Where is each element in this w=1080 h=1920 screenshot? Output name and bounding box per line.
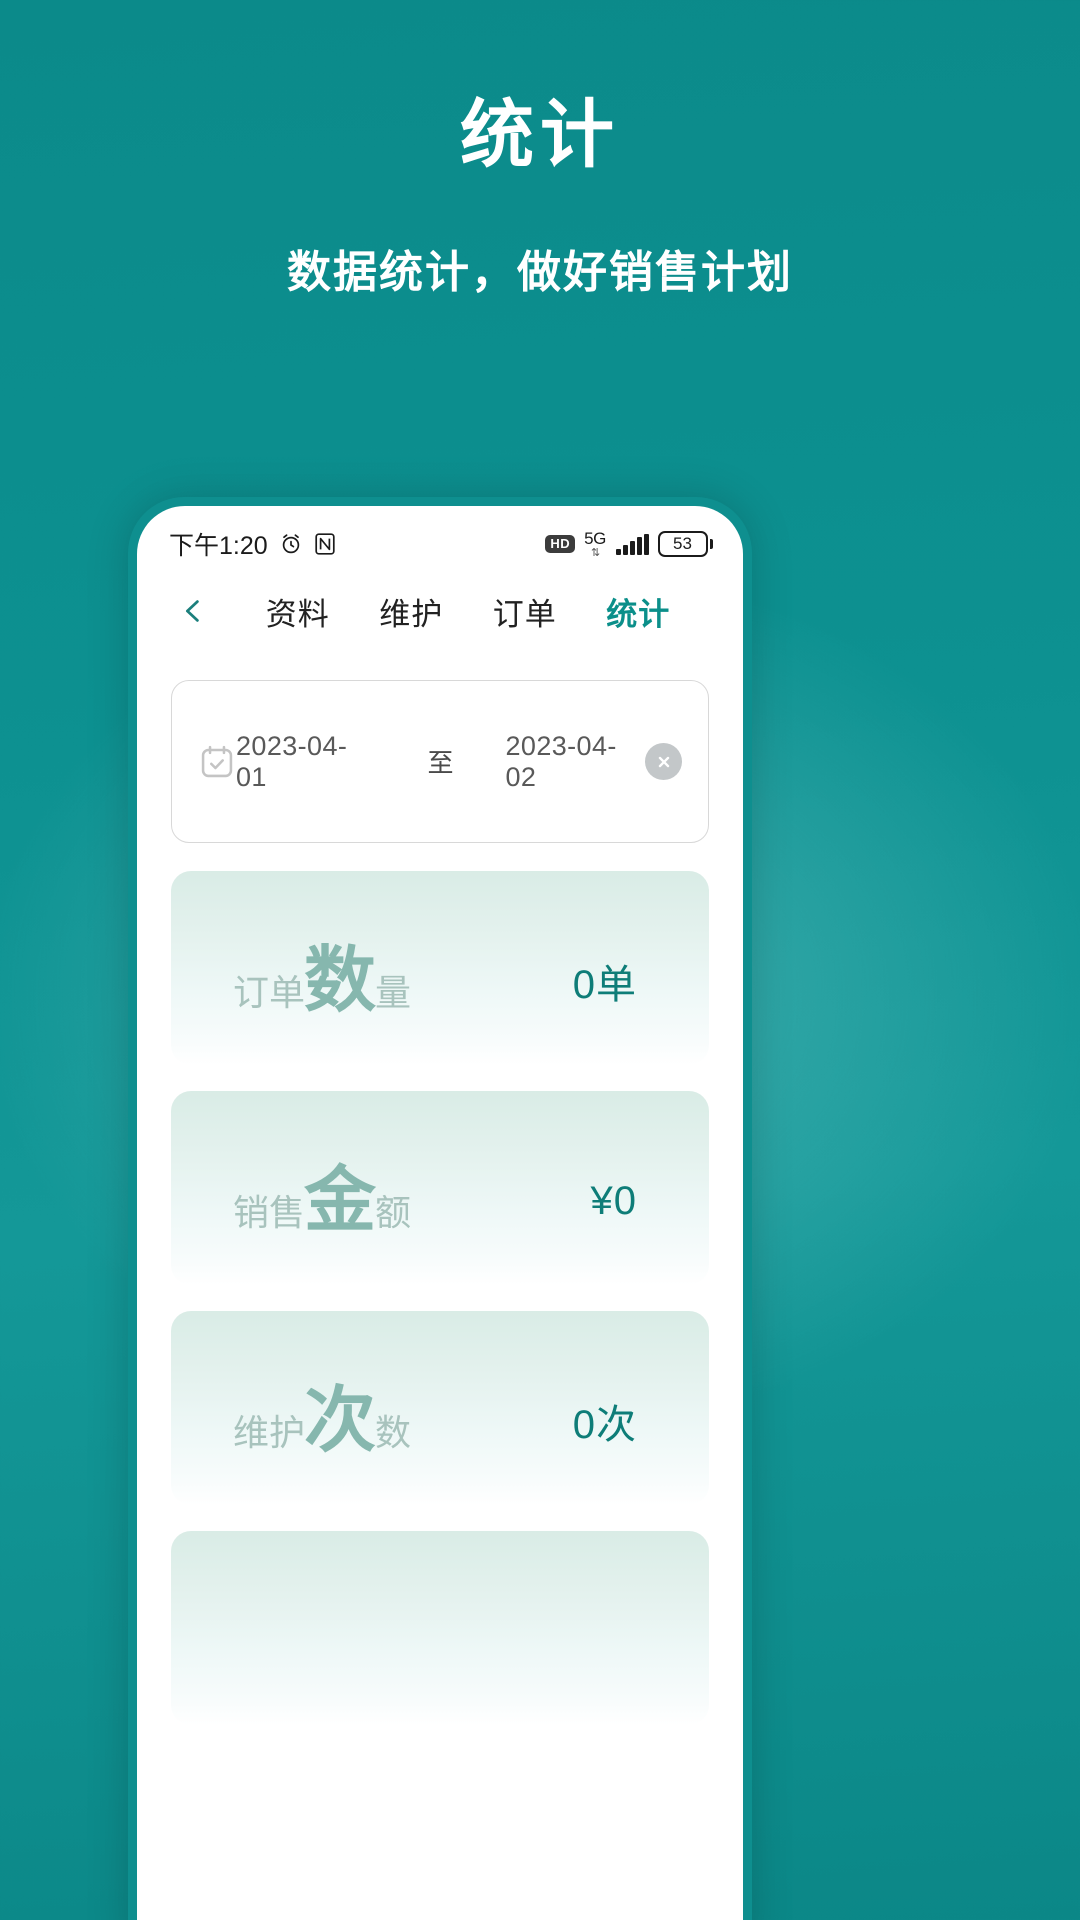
hd-icon: HD <box>545 535 576 553</box>
stat-label-suffix: 额 <box>375 1191 412 1233</box>
stat-label-suffix: 数 <box>375 1411 412 1453</box>
network-type-label: 5G <box>584 528 606 548</box>
nav-bar: 资料 维护 订单 统计 <box>137 568 743 654</box>
stat-label-prefix: 维护 <box>233 1411 306 1453</box>
stat-card-maintenance-count[interactable]: 维护 次 数 0次 <box>171 1311 709 1505</box>
tab-profile[interactable]: 资料 <box>266 589 330 634</box>
stat-label: 维护 次 数 <box>233 1380 573 1461</box>
tab-statistics[interactable]: 统计 <box>606 589 670 634</box>
tab-maintenance[interactable]: 维护 <box>379 589 443 634</box>
status-bar: 下午1:20 HD 5G ⇅ 53 <box>137 506 743 568</box>
stat-label-prefix: 销售 <box>233 1191 306 1233</box>
stat-card-order-count[interactable]: 订单 数 量 0单 <box>171 871 709 1065</box>
alarm-icon <box>279 532 303 556</box>
calendar-check-icon <box>198 743 236 781</box>
signal-bars-icon <box>616 533 649 555</box>
stat-label: 订单 数 量 <box>233 940 573 1021</box>
battery-level: 53 <box>673 534 692 553</box>
date-range-values: 2023-04-01 至 2023-04-02 <box>236 731 645 793</box>
promo-header: 统计 数据统计，做好销售计划 <box>0 0 1080 300</box>
content-area: 2023-04-01 至 2023-04-02 订单 数 量 0单 销售 金 额… <box>137 680 743 1725</box>
phone-mockup: 下午1:20 HD 5G ⇅ 53 资料 维护 订单 统计 2023-04-01… <box>128 497 752 1920</box>
data-arrows-icon: ⇅ <box>590 546 600 559</box>
stat-value: 0次 <box>572 1403 637 1447</box>
stat-card-sales-amount[interactable]: 销售 金 额 ¥0 <box>171 1091 709 1285</box>
stat-label: 销售 金 额 <box>233 1160 591 1241</box>
promo-subtitle: 数据统计，做好销售计划 <box>287 247 793 297</box>
stat-label-suffix: 量 <box>375 971 412 1013</box>
date-range-picker[interactable]: 2023-04-01 至 2023-04-02 <box>171 680 709 843</box>
status-bar-right: HD 5G ⇅ 53 <box>545 530 713 559</box>
stat-label-emphasis: 数 <box>304 940 377 1021</box>
date-range-separator: 至 <box>427 748 454 778</box>
close-icon <box>658 756 669 767</box>
nfc-icon <box>314 532 336 556</box>
stat-label-emphasis: 次 <box>304 1380 377 1461</box>
status-bar-left: 下午1:20 <box>169 526 336 562</box>
start-date-value[interactable]: 2023-04-01 <box>236 731 375 793</box>
page-title: 统计 <box>460 93 620 176</box>
stat-value: 0单 <box>572 963 637 1007</box>
stat-value: ¥0 <box>590 1178 637 1223</box>
back-button[interactable] <box>171 589 215 633</box>
stat-label-prefix: 订单 <box>233 971 306 1013</box>
chevron-left-icon <box>186 600 199 622</box>
stat-card-partial[interactable] <box>171 1531 709 1725</box>
end-date-value[interactable]: 2023-04-02 <box>506 731 645 793</box>
clear-date-range-button[interactable] <box>645 743 682 780</box>
status-time: 下午1:20 <box>169 532 268 560</box>
tab-orders[interactable]: 订单 <box>493 589 557 634</box>
phone-screen: 下午1:20 HD 5G ⇅ 53 资料 维护 订单 统计 2023-04-01… <box>137 506 743 1920</box>
battery-icon: 53 <box>657 531 713 557</box>
statistics-card-list: 订单 数 量 0单 销售 金 额 ¥0 维护 次 数 0次 <box>171 871 709 1725</box>
stat-label-emphasis: 金 <box>304 1160 377 1241</box>
tab-bar: 资料 维护 订单 统计 <box>215 589 709 634</box>
network-indicator: 5G ⇅ <box>584 530 606 559</box>
